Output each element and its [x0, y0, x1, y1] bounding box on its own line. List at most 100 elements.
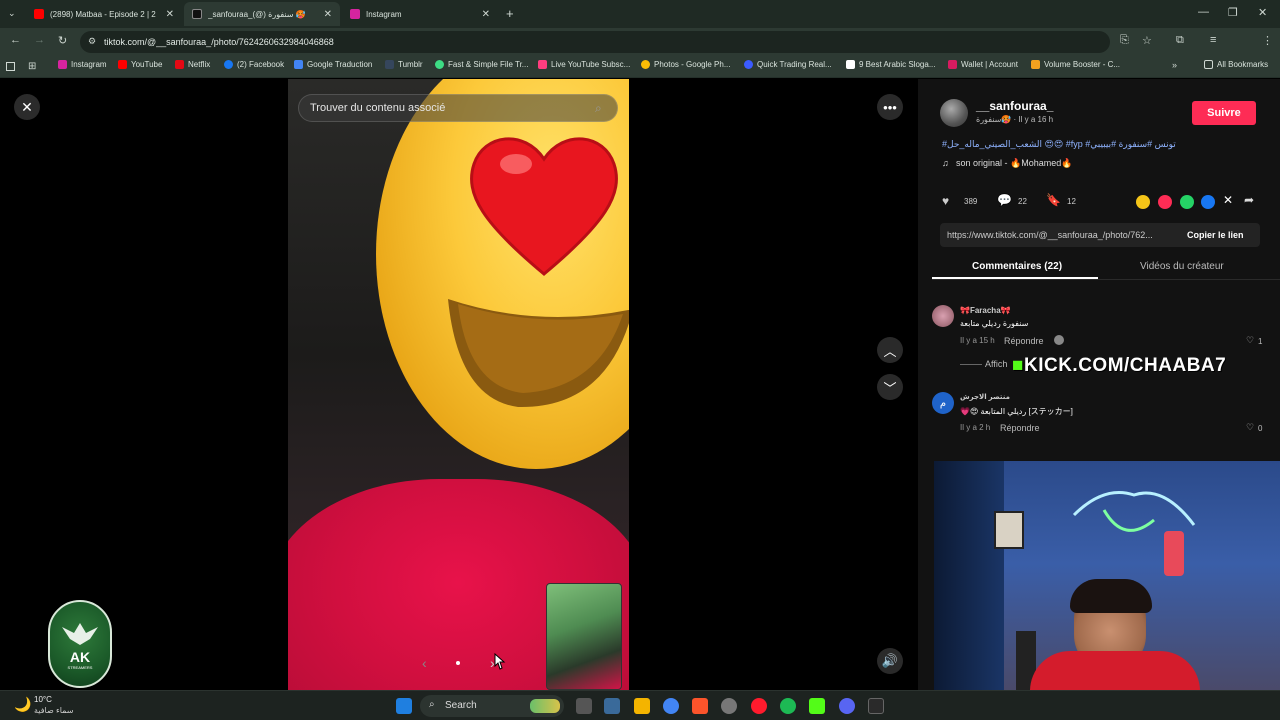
next-post-button[interactable]: ﹀ — [877, 374, 903, 400]
address-bar[interactable]: ⚙ tiktok.com/@__sanfouraa_/photo/7624260… — [80, 31, 1110, 53]
tab-comments[interactable]: Commentaires (22) — [972, 261, 1062, 272]
all-bookmarks[interactable]: All Bookmarks — [1204, 60, 1268, 69]
bookmark-google-translate[interactable]: Google Traduction — [294, 60, 372, 69]
terminal-icon[interactable] — [868, 698, 884, 714]
bookmark-netflix[interactable]: Netflix — [175, 60, 210, 69]
photo-slide[interactable]: ‹ › — [288, 79, 629, 690]
obs-icon[interactable] — [721, 698, 737, 714]
install-app-icon[interactable]: ⎘ — [1120, 34, 1129, 47]
back-icon[interactable]: ← — [10, 34, 21, 46]
like-icon[interactable]: ♥ — [942, 194, 949, 208]
comment-author[interactable]: منتصر الاجرش — [960, 393, 1010, 401]
whatsapp-icon[interactable] — [1180, 195, 1194, 209]
close-icon: ✕ — [21, 98, 33, 115]
bookmark-tumblr[interactable]: Tumblr — [385, 60, 423, 69]
extensions-icon[interactable]: ⧉ — [1176, 34, 1184, 47]
bookmark-youtube[interactable]: YouTube — [118, 60, 162, 69]
bookmark-volume-booster[interactable]: Volume Booster - C... — [1031, 60, 1120, 69]
reply-button[interactable]: Répondre — [1000, 423, 1040, 433]
comment-like-icon[interactable]: ♡ — [1246, 422, 1254, 433]
view-replies-button[interactable]: Affich — [985, 359, 1007, 369]
forward-icon[interactable]: → — [34, 34, 45, 46]
task-view-icon[interactable] — [576, 698, 592, 714]
comment-text: سنفورة رديلي متابعة — [960, 319, 1029, 328]
emoji-mouth — [448, 299, 629, 408]
follow-button[interactable]: Suivre — [1192, 101, 1256, 125]
window-close-icon[interactable]: ✕ — [1258, 6, 1267, 19]
bookmark-google-photos[interactable]: Photos - Google Ph... — [641, 60, 731, 69]
close-icon[interactable]: ✕ — [482, 9, 490, 20]
tab-title: (2898) Matbaa - Episode 2 | 2 — [50, 9, 156, 19]
apps-icon[interactable] — [6, 62, 15, 71]
thumbnail-preview[interactable] — [546, 583, 622, 690]
comment-icon[interactable]: 💬 — [997, 193, 1012, 207]
menu-kebab-icon[interactable]: ⋮ — [1262, 34, 1273, 47]
x-twitter-icon[interactable]: ✕ — [1223, 193, 1233, 207]
creator-liked-avatar — [1054, 335, 1064, 345]
weather-desc[interactable]: سماء صافية — [34, 706, 74, 715]
more-options-button[interactable]: ••• — [877, 94, 903, 120]
bookmark-arabic-slogans[interactable]: 9 Best Arabic Sloga... — [846, 60, 936, 69]
bookmark-label: Quick Trading Real... — [757, 60, 832, 69]
close-icon[interactable]: ✕ — [324, 9, 332, 20]
tab-instagram[interactable]: Instagram ✕ — [342, 2, 498, 26]
tab-strip: ⌄ (2898) Matbaa - Episode 2 | 2 ✕ _sanfo… — [0, 0, 1280, 28]
post-link-url[interactable]: https://www.tiktok.com/@__sanfouraa_/pho… — [947, 230, 1153, 240]
grid-icon[interactable]: ⊞ — [28, 61, 36, 72]
author-avatar[interactable] — [940, 99, 968, 127]
tab-creator-videos[interactable]: Vidéos du créateur — [1140, 261, 1224, 272]
bookmark-live-youtube[interactable]: Live YouTube Subsc... — [538, 60, 630, 69]
tabs-divider — [932, 279, 1280, 280]
media-controls-icon[interactable]: ≡ — [1210, 34, 1216, 46]
taskbar-search[interactable]: ⌕ Search — [420, 695, 564, 717]
volume-button[interactable]: 🔊 — [877, 648, 903, 674]
bookmark-instagram[interactable]: Instagram — [58, 60, 107, 69]
close-viewer-button[interactable]: ✕ — [14, 94, 40, 120]
comment-like-icon[interactable]: ♡ — [1246, 335, 1254, 346]
discord-icon[interactable] — [839, 698, 855, 714]
commenter-avatar[interactable]: م — [932, 392, 954, 414]
file-explorer-icon[interactable] — [634, 698, 650, 714]
embed-share-icon[interactable] — [1136, 195, 1150, 209]
sound-title[interactable]: son original - 🔥Mohamed🔥 — [956, 158, 1072, 169]
spotify-icon[interactable] — [780, 698, 796, 714]
minimize-icon[interactable]: — — [1198, 6, 1209, 18]
copy-link-button[interactable]: Copier le lien — [1187, 230, 1244, 240]
tab-tiktok[interactable]: _sanfouraa_(@) سنفورة 🥵 ✕ — [184, 2, 340, 26]
opera-icon[interactable] — [751, 698, 767, 714]
commenter-avatar[interactable] — [932, 305, 954, 327]
comment-author[interactable]: 🎀Faracha🎀 — [960, 306, 1011, 315]
close-icon[interactable]: ✕ — [166, 9, 174, 20]
reply-button[interactable]: Répondre — [1004, 336, 1044, 346]
facebook-icon[interactable] — [1201, 195, 1215, 209]
previous-post-button[interactable]: ︿ — [877, 337, 903, 363]
author-username[interactable]: __sanfouraa_ — [976, 99, 1053, 113]
chrome-icon[interactable] — [663, 698, 679, 714]
windows-start-icon[interactable] — [396, 698, 412, 714]
chevron-right-icon[interactable]: » — [1172, 60, 1177, 70]
bookmark-icon[interactable]: 🔖 — [1046, 193, 1061, 207]
search-icon[interactable]: ⌕ — [595, 101, 602, 116]
bookmark-wallet[interactable]: Wallet | Account — [948, 60, 1018, 69]
post-caption[interactable]: #الشعب_الصيني_ماله_حل 😍😍 #fyp #تونس #سنف… — [942, 139, 1176, 150]
reload-icon[interactable]: ↻ — [58, 34, 67, 47]
bookmark-file-transfer[interactable]: Fast & Simple File Tr... — [435, 60, 528, 69]
maximize-icon[interactable]: ❐ — [1228, 6, 1238, 19]
bookmark-trading[interactable]: Quick Trading Real... — [744, 60, 832, 69]
site-info-icon[interactable]: ⚙ — [88, 36, 96, 47]
send-to-friends-icon[interactable] — [1158, 195, 1172, 209]
share-arrow-icon[interactable]: ➦ — [1244, 193, 1254, 207]
tab-youtube[interactable]: (2898) Matbaa - Episode 2 | 2 ✕ — [26, 2, 182, 26]
widgets-icon[interactable] — [604, 698, 620, 714]
kick-icon[interactable] — [809, 698, 825, 714]
tab-search-icon[interactable]: ⌄ — [8, 8, 16, 19]
bookmark-facebook[interactable]: (2) Facebook — [224, 60, 284, 69]
weather-temp[interactable]: 10°C — [34, 695, 52, 704]
carousel-dot[interactable] — [456, 661, 460, 665]
new-tab-icon[interactable]: + — [506, 6, 514, 21]
bookmark-star-icon[interactable]: ☆ — [1142, 34, 1152, 47]
related-search-input[interactable]: Trouver du contenu associé ⌕ — [298, 94, 618, 122]
chevron-left-icon[interactable]: ‹ — [422, 655, 427, 671]
bookmark-label: Tumblr — [398, 60, 423, 69]
brave-icon[interactable] — [692, 698, 708, 714]
